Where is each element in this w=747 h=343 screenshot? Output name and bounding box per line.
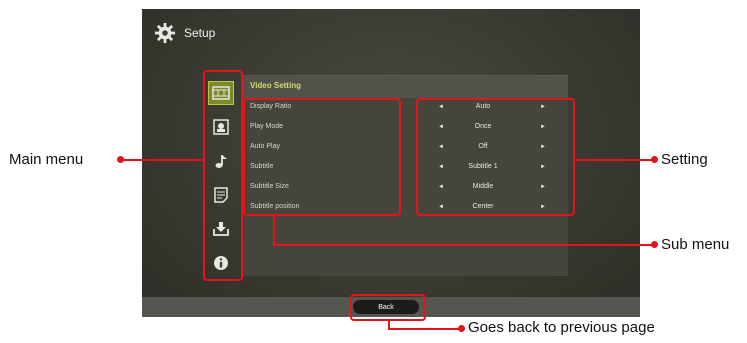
setting-connector: [575, 159, 653, 161]
setting-callout: Setting: [661, 151, 708, 168]
sub-menu-highlight: [243, 98, 401, 216]
main-menu-connector: [121, 159, 203, 161]
sub-menu-connector-horizontal: [273, 244, 653, 246]
panel-header: Video Setting: [242, 76, 568, 98]
panel-title: Video Setting: [250, 81, 301, 90]
back-dot: [458, 325, 465, 332]
sub-menu-connector-vertical: [273, 216, 275, 246]
main-menu-dot: [117, 156, 124, 163]
setting-highlight: [416, 98, 575, 216]
sub-menu-callout: Sub menu: [661, 236, 730, 253]
page-title: Setup: [184, 26, 216, 40]
gear-icon: [154, 22, 176, 44]
sub-menu-dot: [651, 241, 658, 248]
back-callout: Goes back to previous page: [468, 319, 655, 336]
back-connector-horizontal: [388, 328, 460, 330]
setting-dot: [651, 156, 658, 163]
title-bar: Setup: [154, 21, 215, 45]
back-highlight: [350, 294, 426, 321]
main-menu-callout: Main menu: [9, 151, 84, 168]
main-menu-highlight: [203, 70, 243, 281]
